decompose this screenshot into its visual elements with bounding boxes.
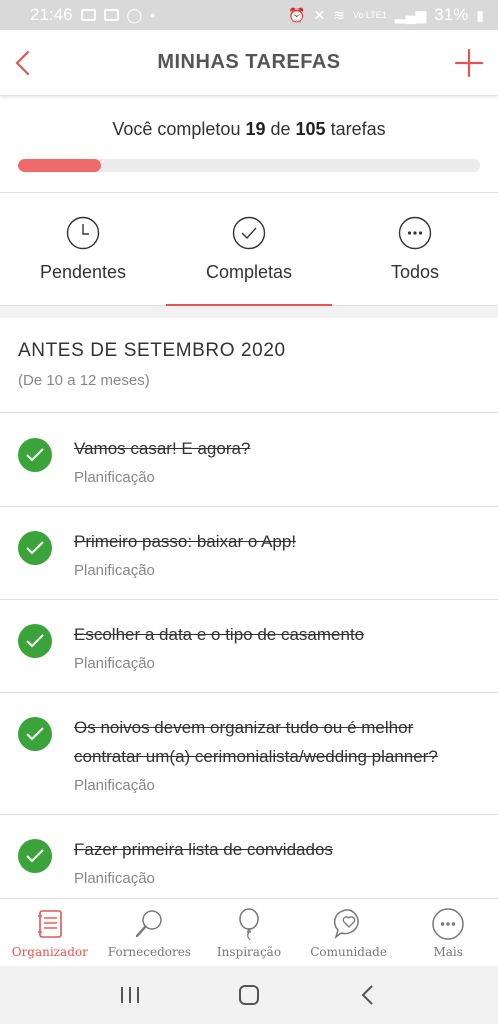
app-header: MINHAS TAREFAS [0,30,498,96]
task-body: Os noivos devem organizar tudo ou é melh… [74,713,480,794]
tab-pendentes[interactable]: Pendentes [0,194,166,305]
task-item[interactable]: Fazer primeira lista de convidados Plani… [0,815,498,898]
dot-icon: • [150,7,156,23]
bottom-navigation: Organizador Fornecedores Inspiração Comu… [0,898,498,966]
mail-notification-icon [103,9,119,21]
notebook-icon [37,910,62,938]
network-label: Vo LTE1 [352,9,387,20]
completed-check-icon[interactable] [18,839,52,873]
completed-check-icon[interactable] [18,717,52,751]
tab-label: Completas [205,262,293,282]
task-list: Vamos casar! E agora? Planificação Prime… [0,414,498,898]
progress-bar-fill [18,159,102,172]
more-circle-icon [398,216,432,250]
task-item[interactable]: Os noivos devem organizar tudo ou é melh… [0,693,498,815]
completed-check-icon[interactable] [18,624,52,658]
section-header: ANTES DE SETEMBRO 2020 (De 10 a 12 meses… [0,318,498,413]
progress-section: Você completou 19 de 105 tarefas [0,97,498,193]
task-body: Escolher a data e o tipo de casamento Pl… [74,620,480,672]
task-category: Planificação [74,777,155,794]
status-bar: 21:46 ◯ • ⏰ ✕ ≋ Vo LTE1 ▂▄▆ 31% ▮ [0,0,498,30]
progress-prefix: Você completou [112,119,246,139]
nav-organizador[interactable]: Organizador [0,899,100,966]
task-item[interactable]: Primeiro passo: baixar o App! Planificaç… [0,507,498,600]
whatsapp-notification-icon: ◯ [126,7,143,23]
page-title: MINHAS TAREFAS [157,51,341,73]
nav-label: Organizador [11,945,88,959]
tab-completas[interactable]: Completas [166,194,332,306]
task-category: Planificação [74,562,155,579]
back-button[interactable] [6,46,40,80]
nav-comunidade[interactable]: Comunidade [299,899,399,966]
task-body: Primeiro passo: baixar o App! Planificaç… [74,527,480,579]
tab-label: Pendentes [39,262,127,282]
task-title: Vamos casar! E agora? [74,439,251,458]
nav-label: Mais [433,945,463,959]
chat-heart-icon [333,909,359,940]
nav-mais[interactable]: Mais [398,899,498,966]
task-item[interactable]: Escolher a data e o tipo de casamento Pl… [0,600,498,693]
completed-check-icon[interactable] [18,438,52,472]
task-title: Fazer primeira lista de convidados [74,840,333,859]
task-body: Fazer primeira lista de convidados Plani… [74,835,480,887]
section-title: ANTES DE SETEMBRO 2020 [18,340,286,361]
status-bar-left: 21:46 ◯ • [30,5,155,25]
more-circle-icon [432,908,464,940]
system-navigation-bar [0,966,498,1024]
tab-todos[interactable]: Todos [332,194,498,305]
battery-level: 31% [434,5,469,24]
add-task-button[interactable] [452,46,486,80]
task-title: Primeiro passo: baixar o App! [74,532,297,551]
status-bar-right: ⏰ ✕ ≋ Vo LTE1 ▂▄▆ 31% ▮ [288,5,484,25]
battery-icon: ▮ [476,7,484,23]
home-button[interactable] [229,975,269,1015]
back-icon [361,985,374,1005]
status-time: 21:46 [30,5,73,24]
chevron-left-icon [15,50,30,76]
system-back-button[interactable] [348,975,388,1015]
magnifier-icon [136,910,163,938]
wifi-icon: ≋ [333,7,345,23]
task-category: Planificação [74,655,155,672]
progress-summary: Você completou 19 de 105 tarefas [0,119,498,140]
gallery-notification-icon [80,9,96,21]
home-icon [238,985,259,1005]
progress-suffix: tarefas [325,119,386,139]
completed-count: 19 [245,119,266,139]
clock-icon [66,216,100,250]
nav-fornecedores[interactable]: Fornecedores [100,899,200,966]
mute-icon: ✕ [313,7,326,23]
balloon-icon [239,908,259,941]
tab-label: Todos [390,262,440,282]
recent-apps-button[interactable] [110,975,150,1015]
progress-middle: de [265,119,296,139]
signal-icon: ▂▄▆ [394,7,427,23]
alarm-icon: ⏰ [288,7,306,23]
nav-inspiracao[interactable]: Inspiração [199,899,299,966]
nav-label: Inspiração [216,945,282,959]
nav-label: Fornecedores [107,945,191,959]
task-item[interactable]: Vamos casar! E agora? Planificação [0,414,498,507]
task-category: Planificação [74,469,155,486]
task-category: Planificação [74,870,155,887]
plus-icon [454,48,484,78]
progress-bar [18,159,480,172]
check-circle-icon [232,216,266,250]
section-divider [0,306,498,318]
completed-check-icon[interactable] [18,531,52,565]
section-subtitle: (De 10 a 12 meses) [18,372,150,389]
nav-label: Comunidade [310,945,387,959]
task-body: Vamos casar! E agora? Planificação [74,434,480,486]
recent-apps-icon [120,987,139,1003]
task-title: Escolher a data e o tipo de casamento [74,625,365,644]
task-title: Os noivos devem organizar tudo ou é melh… [74,718,438,766]
filter-tabs: Pendentes Completas Todos [0,194,498,306]
total-count: 105 [295,119,326,139]
